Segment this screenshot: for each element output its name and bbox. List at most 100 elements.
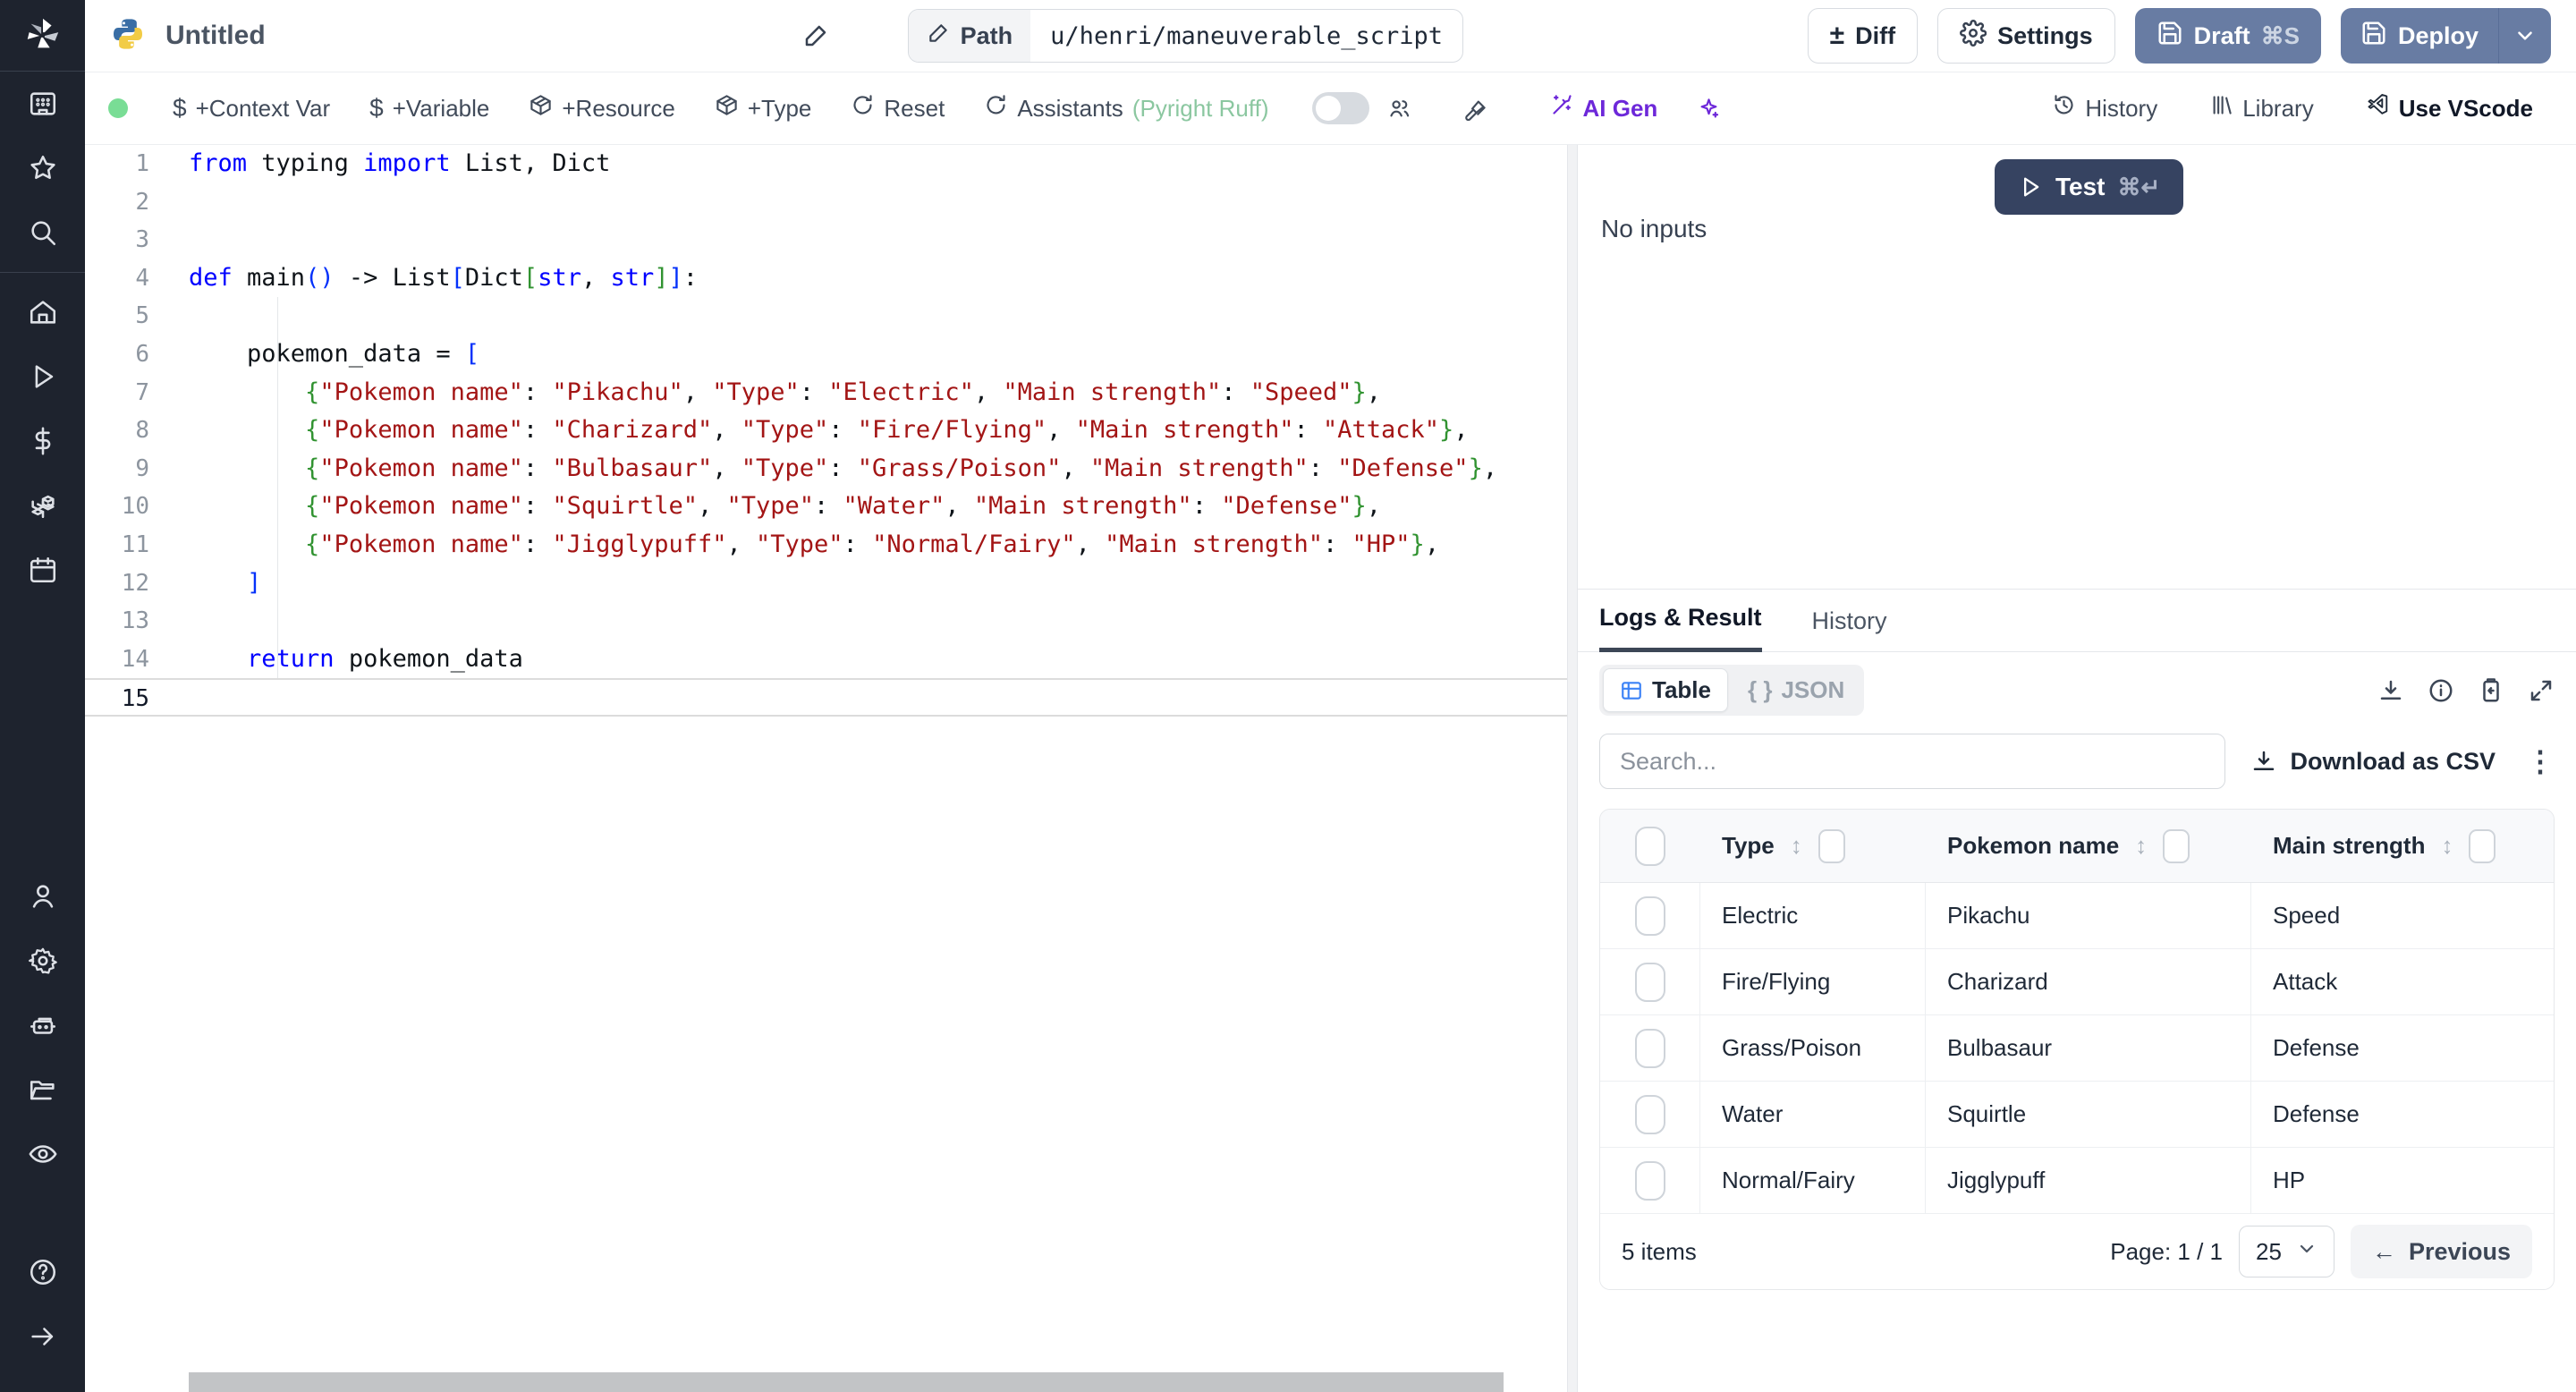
add-type-button[interactable]: +Type xyxy=(695,93,832,123)
add-context-var-button[interactable]: $ +Context Var xyxy=(153,94,350,123)
settings-button[interactable]: Settings xyxy=(1937,8,2115,64)
right-panel: Test ⌘↵ No inputs Logs & Result History … xyxy=(1578,145,2576,1392)
edit-summary-pencil-icon[interactable] xyxy=(802,22,829,49)
sidebar-item-audit-logs[interactable] xyxy=(0,1122,85,1186)
sidebar-item-folders[interactable] xyxy=(0,1057,85,1122)
page-size-select[interactable]: 25 xyxy=(2239,1226,2334,1277)
line-number: 1 xyxy=(135,150,149,177)
sparkles-icon[interactable] xyxy=(1677,97,1741,121)
script-title: Untitled xyxy=(165,21,266,50)
code-line-7[interactable]: 7 {"Pokemon name": "Pikachu", "Type": "E… xyxy=(85,374,1567,412)
tab-history[interactable]: History xyxy=(1812,607,1887,651)
code-line-5[interactable]: 5 xyxy=(85,297,1567,335)
code-line-6[interactable]: 6 pokemon_data = [ xyxy=(85,335,1567,374)
reset-button[interactable]: Reset xyxy=(831,93,964,123)
format-brush-icon[interactable] xyxy=(1444,97,1507,121)
expand-fullscreen-icon[interactable] xyxy=(2528,677,2555,704)
table-cell: HP xyxy=(2273,1167,2306,1193)
windmill-logo[interactable] xyxy=(0,0,85,72)
code-line-9[interactable]: 9 {"Pokemon name": "Bulbasaur", "Type": … xyxy=(85,450,1567,488)
row-checkbox[interactable] xyxy=(1634,895,1665,936)
info-icon[interactable] xyxy=(2428,677,2454,704)
sidebar-item-variables[interactable] xyxy=(0,409,85,473)
status-green-dot xyxy=(108,98,128,118)
result-view-toggle: Table { } JSON xyxy=(1599,665,1865,716)
top-bar: Untitled Path u/henri/maneuverable_scrip… xyxy=(85,0,2576,72)
column-toggle-box[interactable] xyxy=(1818,828,1845,863)
copy-result-icon[interactable] xyxy=(2478,677,2504,704)
table-options-kebab-icon[interactable]: ⋮ xyxy=(2526,744,2555,778)
column-toggle-box[interactable] xyxy=(2163,828,2190,863)
sidebar-item-workers[interactable] xyxy=(0,993,85,1057)
pane-resize-handle[interactable] xyxy=(1567,145,1578,1392)
sort-icon[interactable]: ↕ xyxy=(1791,832,1802,860)
view-json-button[interactable]: { } JSON xyxy=(1732,669,1860,711)
column-toggle-box[interactable] xyxy=(2469,828,2496,863)
code-line-14[interactable]: 14 return pokemon_data xyxy=(85,641,1567,679)
tab-logs-result[interactable]: Logs & Result xyxy=(1599,604,1762,652)
sort-icon[interactable]: ↕ xyxy=(2441,832,2453,860)
line-number: 4 xyxy=(135,264,149,292)
row-checkbox[interactable] xyxy=(1634,1028,1665,1068)
sidebar-item-home[interactable] xyxy=(0,280,85,344)
column-header: Pokemon name xyxy=(1947,832,2120,859)
table-row: Fire/Flying Charizard Attack xyxy=(1600,949,2554,1015)
code-line-12[interactable]: 12 ] xyxy=(85,564,1567,603)
table-row: Water Squirtle Defense xyxy=(1600,1082,2554,1148)
download-result-icon[interactable] xyxy=(2377,677,2404,704)
test-button[interactable]: Test ⌘↵ xyxy=(1995,159,2184,215)
previous-page-button[interactable]: ← Previous xyxy=(2350,1225,2532,1278)
inputs-section: Test ⌘↵ No inputs xyxy=(1578,145,2576,589)
code-line-1[interactable]: 1 from typing import List, Dict xyxy=(85,145,1567,183)
ai-gen-button[interactable]: AI Gen xyxy=(1530,93,1678,123)
code-line-2[interactable]: 2 xyxy=(85,183,1567,222)
add-variable-button[interactable]: $ +Variable xyxy=(350,94,509,123)
path-editor[interactable]: Path u/henri/maneuverable_script xyxy=(907,9,1464,63)
assistants-button[interactable]: Assistants (Pyright Ruff) xyxy=(964,93,1288,123)
sidebar-item-schedules[interactable] xyxy=(0,538,85,602)
row-checkbox[interactable] xyxy=(1634,962,1665,1002)
editor-horizontal-scrollbar[interactable] xyxy=(189,1372,1504,1392)
sidebar-item-runs[interactable] xyxy=(0,344,85,409)
refresh-icon xyxy=(984,93,1008,123)
table-cell: Bulbasaur xyxy=(1926,1015,2251,1081)
code-line-3[interactable]: 3 xyxy=(85,221,1567,259)
sort-icon[interactable]: ↕ xyxy=(2135,832,2147,860)
multiplayer-users-icon xyxy=(1378,97,1420,121)
deploy-options-chevron[interactable] xyxy=(2498,8,2551,64)
sidebar-item-resources[interactable] xyxy=(0,473,85,538)
code-line-13[interactable]: 13 xyxy=(85,602,1567,641)
refresh-icon xyxy=(851,93,875,123)
use-vscode-button[interactable]: Use VScode xyxy=(2346,93,2553,123)
diff-button[interactable]: ± Diff xyxy=(1807,8,1919,64)
draft-button[interactable]: Draft ⌘S xyxy=(2134,8,2321,64)
code-line-11[interactable]: 11 {"Pokemon name": "Jigglypuff", "Type"… xyxy=(85,526,1567,564)
multiplayer-toggle[interactable] xyxy=(1311,92,1369,124)
sidebar-expand-arrow[interactable] xyxy=(0,1304,85,1369)
left-sidebar xyxy=(0,0,85,1392)
download-as-csv-button[interactable]: Download as CSV xyxy=(2250,748,2496,776)
column-header: Main strength xyxy=(2273,832,2426,859)
view-table-button[interactable]: Table xyxy=(1603,668,1728,712)
code-line-8[interactable]: 8 {"Pokemon name": "Charizard", "Type": … xyxy=(85,412,1567,450)
code-line-15[interactable]: 15 xyxy=(85,678,1567,717)
add-resource-button[interactable]: +Resource xyxy=(509,93,694,123)
sidebar-item-settings[interactable] xyxy=(0,929,85,993)
indent-guide xyxy=(277,297,278,678)
history-button[interactable]: History xyxy=(2032,93,2177,123)
sidebar-item-favorites[interactable] xyxy=(0,136,85,200)
search-input[interactable] xyxy=(1599,734,2225,789)
sidebar-item-apps[interactable] xyxy=(0,72,85,136)
sidebar-item-search[interactable] xyxy=(0,200,85,265)
row-checkbox[interactable] xyxy=(1634,1094,1665,1134)
code-line-10[interactable]: 10 {"Pokemon name": "Squirtle", "Type": … xyxy=(85,488,1567,526)
sidebar-item-help[interactable] xyxy=(0,1240,85,1304)
select-all-checkbox[interactable] xyxy=(1635,826,1665,866)
library-button[interactable]: Library xyxy=(2190,93,2333,123)
code-line-4[interactable]: 4 def main() -> List[Dict[str, str]]: xyxy=(85,259,1567,298)
row-checkbox[interactable] xyxy=(1634,1160,1665,1201)
deploy-button[interactable]: Deploy xyxy=(2341,8,2498,64)
code-editor[interactable]: 1 from typing import List, Dict 2 3 4 def mai… xyxy=(85,145,1567,1392)
sidebar-item-users[interactable] xyxy=(0,864,85,929)
package-icon xyxy=(715,93,739,123)
